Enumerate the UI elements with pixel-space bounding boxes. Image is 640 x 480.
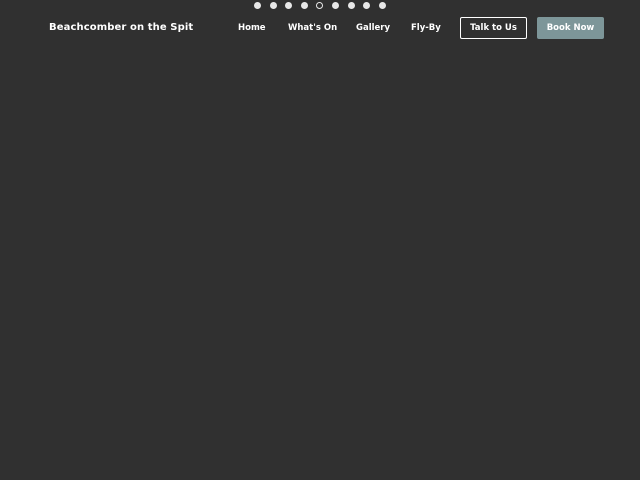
talk-to-us-label: Talk to Us [470,23,517,33]
page: Beachcomber on the Spit Home What's On G… [0,0,640,480]
slider-dot-4[interactable] [300,2,308,9]
book-now-button[interactable]: Book Now [537,17,604,39]
book-now-label: Book Now [546,23,595,33]
nav-fly-by[interactable]: Fly-By [411,23,441,33]
slider-dot-1[interactable] [254,2,261,9]
nav-home[interactable]: Home [238,23,266,33]
slider-dot-9[interactable] [378,2,386,9]
slider-dot-3[interactable] [285,2,293,9]
slider-dot-7[interactable] [347,2,355,9]
talk-to-us-button[interactable]: Talk to Us [460,17,527,39]
slider-dot-5-active[interactable] [316,2,324,9]
slider-dots [254,2,394,10]
slider-dot-6[interactable] [331,2,339,9]
slider-dot-8[interactable] [363,2,371,9]
brand-name[interactable]: Beachcomber on the Spit [49,22,193,33]
nav-gallery[interactable]: Gallery [356,23,390,33]
slider-dot-2[interactable] [269,2,277,9]
nav-whats-on[interactable]: What's On [288,23,337,33]
site-header: Beachcomber on the Spit Home What's On G… [0,17,640,39]
